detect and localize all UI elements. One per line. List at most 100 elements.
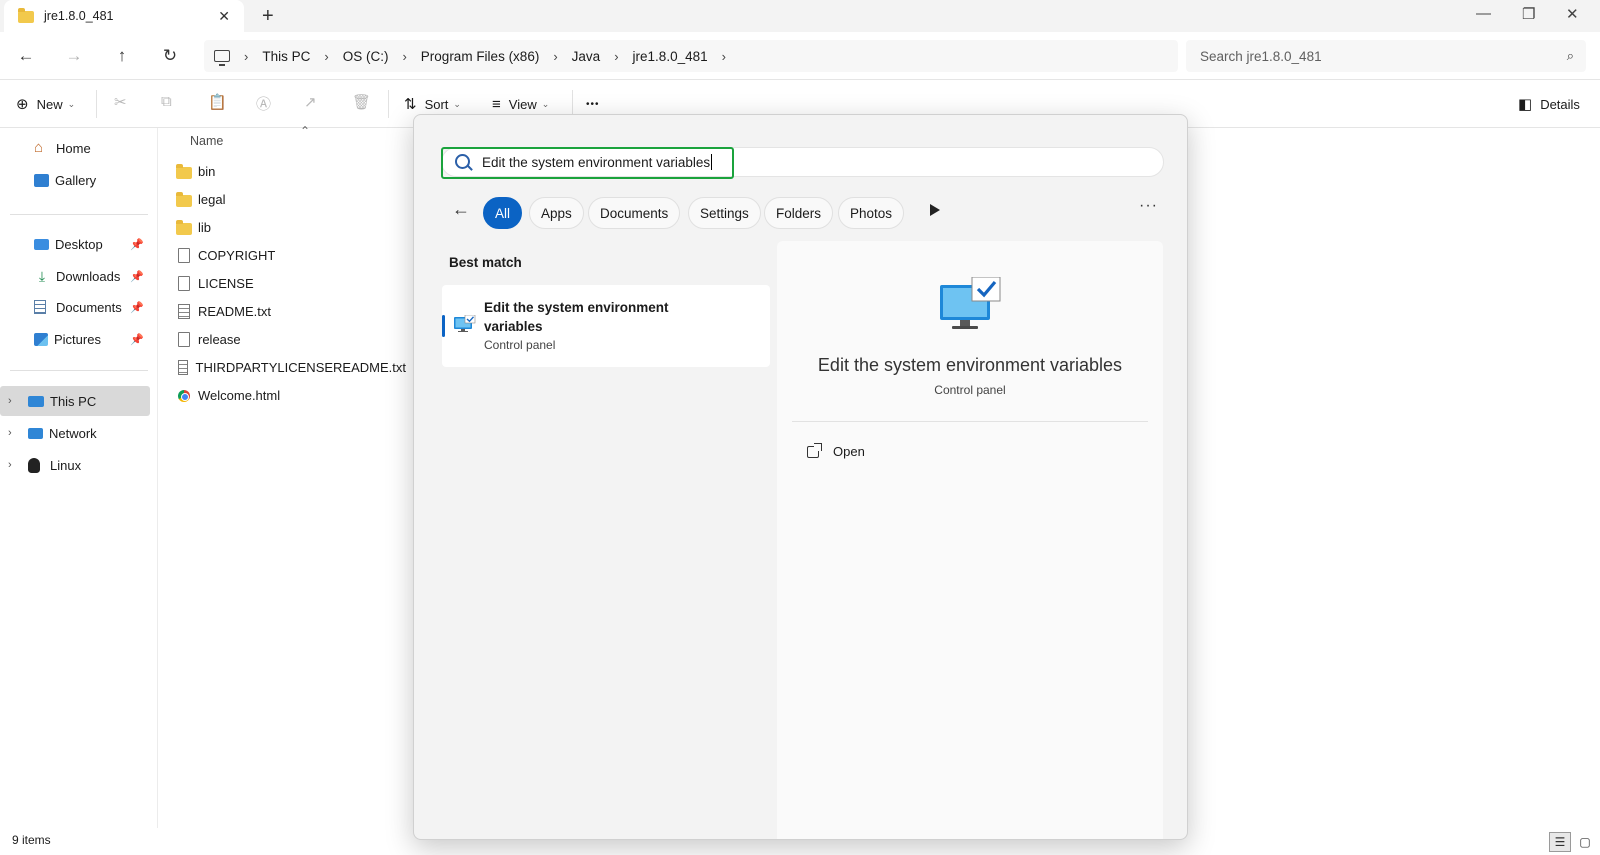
new-button[interactable]: ⊕ New ⌄ <box>16 92 75 116</box>
open-action[interactable]: Open <box>807 442 865 459</box>
network-icon <box>28 427 43 439</box>
search-query[interactable]: Edit the system environment variables <box>482 154 713 170</box>
delete-icon[interactable]: 🗑 <box>352 93 371 111</box>
toolbar-divider <box>96 90 97 118</box>
nav-item-pictures[interactable]: Pictures 📌 <box>0 324 150 354</box>
crumb-this-pc[interactable]: This PC <box>262 49 310 64</box>
pin-icon[interactable]: 📌 <box>130 333 144 346</box>
desktop-icon <box>34 238 49 250</box>
nav-item-documents[interactable]: Documents 📌 <box>0 292 150 322</box>
filter-folders[interactable]: Folders <box>764 197 834 229</box>
file-row[interactable]: LICENSE <box>176 270 406 297</box>
chevron-right-icon[interactable]: › <box>8 395 12 407</box>
more-options-icon[interactable]: ••• <box>586 92 600 116</box>
share-icon[interactable]: ↗ <box>304 93 317 111</box>
minimize-button[interactable]: — <box>1476 5 1491 22</box>
back-arrow-icon[interactable]: ← <box>452 199 470 220</box>
nav-item-home[interactable]: ⌂ Home <box>0 133 150 163</box>
pin-icon[interactable]: 📌 <box>130 270 144 283</box>
file-row[interactable]: release <box>176 326 406 353</box>
details-pane-button[interactable]: ◧ Details <box>1518 92 1580 116</box>
chevron-down-icon: ⌄ <box>453 98 461 109</box>
new-tab-button[interactable]: + <box>262 5 274 28</box>
chevron-right-icon[interactable]: › <box>8 427 12 439</box>
nav-item-label: Downloads <box>56 268 121 284</box>
gallery-icon <box>34 173 49 187</box>
selection-accent <box>442 315 445 337</box>
filter-all[interactable]: All <box>483 197 523 229</box>
filter-apps[interactable]: Apps <box>529 197 584 229</box>
more-options-icon[interactable]: ··· <box>1139 197 1158 215</box>
title-bar: jre1.8.0_481 ✕ + — ❐ ✕ <box>0 0 1600 32</box>
up-button[interactable]: ↑ <box>108 42 136 70</box>
refresh-button[interactable]: ↻ <box>156 42 184 70</box>
crumb-jre[interactable]: jre1.8.0_481 <box>633 49 708 64</box>
file-icon <box>178 248 190 263</box>
tab-jre[interactable]: jre1.8.0_481 ✕ <box>4 0 244 32</box>
file-list: Name ⌃ bin legal lib COPYRIGHT LICENSE R… <box>170 124 410 828</box>
breadcrumb-separator[interactable]: › <box>553 49 557 64</box>
crumb-java[interactable]: Java <box>572 49 601 64</box>
open-label: Open <box>833 444 865 459</box>
breadcrumb-separator[interactable]: › <box>402 49 406 64</box>
pin-icon[interactable]: 📌 <box>130 301 144 314</box>
breadcrumb-separator[interactable]: › <box>614 49 618 64</box>
new-label: New <box>36 96 63 112</box>
chevron-right-icon[interactable]: › <box>8 459 12 471</box>
back-button[interactable]: ← <box>12 42 40 70</box>
filter-documents[interactable]: Documents <box>588 197 681 229</box>
pin-icon[interactable]: 📌 <box>130 238 144 251</box>
folder-search-input[interactable]: Search jre1.8.0_481 ⌕ <box>1186 40 1586 72</box>
crumb-os-c[interactable]: OS (C:) <box>343 49 389 64</box>
close-tab-icon[interactable]: ✕ <box>218 8 230 25</box>
file-row[interactable]: lib <box>176 214 406 241</box>
breadcrumb-separator[interactable]: › <box>244 49 248 64</box>
restore-button[interactable]: ❐ <box>1522 5 1535 23</box>
breadcrumb-separator[interactable]: › <box>722 49 726 64</box>
nav-item-network[interactable]: › Network <box>0 418 150 448</box>
file-row[interactable]: legal <box>176 186 406 213</box>
view-button[interactable]: ≡ View ⌄ <box>492 92 549 116</box>
environment-variables-large-icon <box>940 277 1001 329</box>
nav-item-this-pc[interactable]: › This PC <box>0 386 150 416</box>
copy-icon[interactable]: ⧉ <box>161 93 172 110</box>
folder-icon <box>18 8 34 23</box>
column-header-name[interactable]: Name <box>190 134 223 148</box>
crumb-program-files[interactable]: Program Files (x86) <box>421 49 540 64</box>
nav-item-desktop[interactable]: Desktop 📌 <box>0 229 150 259</box>
tiles-view-button[interactable]: ▢ <box>1574 832 1596 852</box>
file-row[interactable]: README.txt <box>176 298 406 325</box>
best-match-result[interactable]: Edit the system environment variables Co… <box>442 285 770 367</box>
file-row[interactable]: COPYRIGHT <box>176 242 406 269</box>
nav-item-label: This PC <box>50 393 97 409</box>
cut-icon[interactable]: ✂ <box>114 93 127 111</box>
start-search-input[interactable]: Edit the system environment variables <box>441 147 1164 179</box>
details-view-button[interactable]: ☰ <box>1549 832 1571 852</box>
preview-title: Edit the system environment variables <box>817 355 1123 375</box>
more-filters-play-icon[interactable] <box>930 204 940 216</box>
sort-button[interactable]: ⇅ Sort ⌄ <box>404 92 461 116</box>
file-row[interactable]: THIRDPARTYLICENSEREADME.txt <box>176 354 406 381</box>
breadcrumb-separator[interactable]: › <box>324 49 328 64</box>
preview-subtitle: Control panel <box>934 383 1006 397</box>
file-row[interactable]: bin <box>176 158 406 185</box>
close-window-button[interactable]: ✕ <box>1566 5 1579 23</box>
filter-photos[interactable]: Photos <box>838 197 905 229</box>
nav-item-downloads[interactable]: ⤓ Downloads 📌 <box>0 261 150 291</box>
nav-item-gallery[interactable]: Gallery <box>0 165 150 195</box>
search-icon[interactable]: ⌕ <box>1567 48 1574 64</box>
toolbar-divider <box>388 90 389 118</box>
file-icon <box>178 276 190 291</box>
paste-icon[interactable]: 📋 <box>208 93 227 111</box>
breadcrumb[interactable]: › This PC › OS (C:) › Program Files (x86… <box>204 40 1178 72</box>
result-subtitle: Control panel <box>484 338 556 352</box>
nav-item-linux[interactable]: › Linux <box>0 450 150 480</box>
forward-button[interactable]: → <box>60 42 88 70</box>
rename-icon[interactable]: Ⓐ <box>256 93 271 114</box>
filter-settings[interactable]: Settings <box>688 197 761 229</box>
tab-title: jre1.8.0_481 <box>44 9 114 23</box>
folder-icon <box>176 163 192 179</box>
file-name: COPYRIGHT <box>198 248 276 263</box>
file-row[interactable]: Welcome.html <box>176 382 406 409</box>
windows-search-flyout: Edit the system environment variables ← … <box>413 114 1188 840</box>
